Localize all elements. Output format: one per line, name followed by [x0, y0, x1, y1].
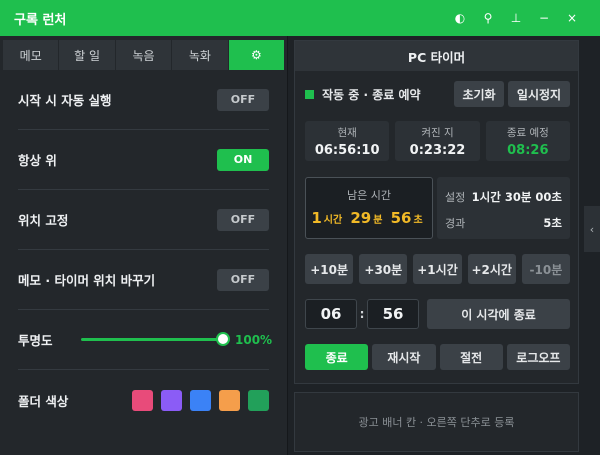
pause-button[interactable]: 일시정지 [508, 81, 570, 107]
color-swatch-green[interactable] [248, 389, 269, 411]
tab-bar: 메모 할 일 녹음 녹화 ⚙ [3, 40, 285, 70]
shutdown-at-time-button[interactable]: 이 시각에 종료 [427, 299, 570, 329]
remaining-hours-unit: 시간 [323, 215, 343, 226]
elapsed-label: 경과 [445, 217, 466, 230]
timer-status: 작동 중 · 종료 예약 [322, 87, 421, 102]
title-bar: 구록 런처 ◐ ⚲ ⊥ − × [0, 0, 600, 36]
uptime-card: 켜진 지 0:23:22 [395, 121, 480, 161]
opacity-slider-wrap: 100% [81, 332, 273, 347]
setting-duration-value: 1시간 30분 00초 [471, 190, 562, 204]
action-shutdown-button[interactable]: 종료 [305, 344, 369, 370]
scheduled-time-card: 종료 예정 08:26 [485, 121, 570, 161]
target-minute-input[interactable]: 56 [367, 299, 419, 329]
add-10-min-button[interactable]: +10분 [305, 254, 354, 284]
subtract-10-min-button[interactable]: -10분 [521, 254, 571, 284]
setting-autostart: 시작 시 자동 실행 OFF [18, 70, 269, 130]
color-swatch-orange[interactable] [219, 389, 240, 411]
tab-memo[interactable]: 메모 [3, 40, 59, 70]
setting-always-on-top: 항상 위 ON [18, 130, 269, 190]
scheduled-time-label: 종료 예정 [506, 126, 549, 139]
opacity-value: 100% [235, 332, 273, 347]
setting-swap-position: 메모 · 타이머 위치 바꾸기 OFF [18, 250, 269, 310]
setting-opacity: 투명도 100% [18, 310, 273, 370]
opacity-slider[interactable] [81, 332, 230, 346]
time-cards: 현재 06:56:10 켜진 지 0:23:22 종료 예정 08:26 [305, 121, 570, 161]
tab-todo[interactable]: 할 일 [59, 40, 115, 70]
timer-info-box: 설정 1시간 30분 00초 경과 5초 [437, 177, 570, 239]
setting-label: 투명도 [18, 333, 53, 348]
setting-folder-color: 폴더 색상 [18, 370, 269, 430]
opacity-slider-handle[interactable] [216, 332, 230, 346]
setting-lock-position: 위치 고정 OFF [18, 190, 269, 250]
collapse-handle[interactable]: ‹ [584, 206, 600, 252]
remaining-seconds: 56 [390, 209, 412, 227]
target-hour-input[interactable]: 06 [305, 299, 357, 329]
elapsed-line: 경과 5초 [445, 215, 562, 231]
setting-label: 위치 고정 [18, 213, 69, 228]
ad-banner[interactable]: 광고 배너 칸 · 오른쪽 단추로 등록 [294, 392, 579, 452]
close-icon[interactable]: × [558, 0, 586, 36]
always-on-top-toggle[interactable]: ON [217, 148, 269, 171]
timer-status-row: 작동 중 · 종료 예약 초기화 일시정지 [305, 81, 570, 107]
app-title: 구록 런처 [14, 12, 67, 28]
tab-settings[interactable]: ⚙ [228, 40, 285, 70]
current-time-value: 06:56:10 [314, 142, 380, 158]
status-indicator [305, 89, 314, 99]
color-swatches [132, 389, 269, 411]
action-sleep-button[interactable]: 절전 [439, 344, 503, 370]
theme-icon[interactable]: ◐ [446, 0, 474, 36]
remaining-time-value: 1 시간 29 분 56 초 [306, 209, 432, 227]
quick-adjust-row: +10분 +30분 +1시간 +2시간 -10분 [305, 254, 571, 284]
remaining-hours: 1 [311, 209, 322, 227]
elapsed-value: 5초 [543, 216, 562, 230]
add-2-hour-button[interactable]: +2시간 [467, 254, 516, 284]
target-time-row: 06 : 56 이 시각에 종료 [305, 299, 570, 329]
pin-icon[interactable]: ⊥ [502, 0, 530, 36]
settings-panel: 메모 할 일 녹음 녹화 ⚙ 시작 시 자동 실행 OFF 항상 위 ON 위치… [0, 36, 288, 455]
color-swatch-pink[interactable] [132, 389, 153, 411]
autostart-toggle[interactable]: OFF [217, 88, 269, 111]
timer-header: PC 타이머 [295, 41, 578, 71]
chevron-left-icon: ‹ [589, 222, 595, 236]
remaining-minutes: 29 [350, 209, 372, 227]
scheduled-time-value: 08:26 [507, 142, 549, 158]
gear-icon: ⚙ [250, 48, 262, 62]
uptime-label: 켜진 지 [421, 126, 454, 139]
remaining-minutes-unit: 분 [373, 215, 383, 226]
remaining-time-box: 남은 시간 1 시간 29 분 56 초 [305, 177, 433, 239]
color-swatch-blue[interactable] [190, 389, 211, 411]
settings-list: 시작 시 자동 실행 OFF 항상 위 ON 위치 고정 OFF 메모 · 타이… [18, 70, 273, 430]
setting-duration-line: 설정 1시간 30분 00초 [445, 189, 562, 205]
add-1-hour-button[interactable]: +1시간 [413, 254, 462, 284]
location-pin-icon[interactable]: ⚲ [474, 0, 502, 36]
lock-position-toggle[interactable]: OFF [217, 208, 269, 231]
setting-label: 항상 위 [18, 153, 57, 168]
color-swatch-purple[interactable] [161, 389, 182, 411]
time-colon: : [359, 307, 365, 321]
current-time-label: 현재 [337, 126, 357, 139]
remaining-time-label: 남은 시간 [347, 189, 391, 202]
remaining-seconds-unit: 초 [413, 215, 423, 226]
tab-screen-record[interactable]: 녹화 [172, 40, 228, 70]
tab-audio-record[interactable]: 녹음 [115, 40, 172, 70]
setting-label: 메모 · 타이머 위치 바꾸기 [18, 273, 156, 288]
uptime-value: 0:23:22 [409, 142, 466, 158]
setting-duration-label: 설정 [445, 191, 466, 204]
reset-button[interactable]: 초기화 [454, 81, 504, 107]
add-30-min-button[interactable]: +30분 [359, 254, 408, 284]
minimize-icon[interactable]: − [530, 0, 558, 36]
power-action-row: 종료 재시작 절전 로그오프 [305, 344, 570, 370]
current-time-card: 현재 06:56:10 [305, 121, 390, 161]
setting-label: 폴더 색상 [18, 393, 69, 409]
pc-timer-panel: PC 타이머 작동 중 · 종료 예약 초기화 일시정지 현재 06:56:10… [294, 40, 579, 384]
setting-label: 시작 시 자동 실행 [18, 93, 112, 108]
action-logoff-button[interactable]: 로그오프 [506, 344, 570, 370]
action-restart-button[interactable]: 재시작 [372, 344, 436, 370]
title-bar-icons: ◐ ⚲ ⊥ − × [446, 0, 586, 36]
swap-position-toggle[interactable]: OFF [217, 268, 269, 291]
